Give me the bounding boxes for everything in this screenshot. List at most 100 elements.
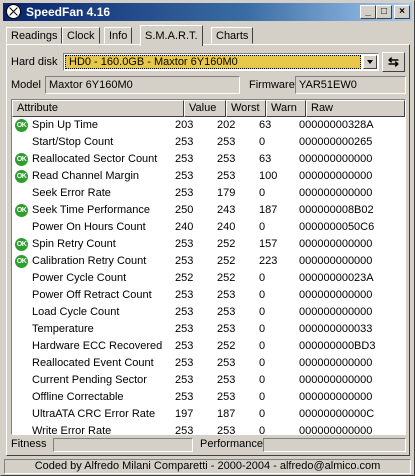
attribute-cell: Calibration Retry Count [32, 255, 147, 267]
status-bar: Coded by Alfredo Milani Comparetti - 200… [4, 459, 411, 474]
raw-cell: 000000000000 [299, 187, 373, 199]
raw-cell: 00000000023A [299, 272, 374, 284]
table-row[interactable]: Temperature 253 253 0 000000000033 [12, 321, 405, 338]
raw-cell: 000000000000 [299, 153, 373, 165]
warn-cell: 0 [259, 425, 266, 435]
value-cell: 253 [175, 357, 194, 369]
attribute-cell: Reallocated Sector Count [32, 153, 158, 165]
column-header-value[interactable]: Value [184, 100, 226, 117]
warn-cell: 157 [259, 238, 278, 250]
attribute-cell: Write Error Rate [32, 425, 112, 435]
worst-cell: 253 [217, 153, 236, 165]
smart-attributes-table[interactable]: Attribute Value Worst Warn Raw OK Spin Up… [11, 99, 406, 435]
table-row[interactable]: Current Pending Sector 253 253 0 00000000000… [12, 372, 405, 389]
firmware-label: Firmware [249, 79, 295, 91]
ok-status-icon: OK [15, 238, 28, 251]
value-cell: 253 [175, 170, 194, 182]
worst-cell: 253 [217, 374, 236, 386]
value-cell: 253 [175, 391, 194, 403]
worst-cell: 252 [217, 238, 236, 250]
value-cell: 253 [175, 340, 194, 352]
column-header-attribute[interactable]: Attribute [12, 100, 184, 117]
raw-cell: 000000000BD3 [299, 340, 376, 352]
column-header-worst[interactable]: Worst [226, 100, 266, 117]
performance-label: Performance [200, 438, 263, 450]
attribute-cell: Current Pending Sector [32, 374, 147, 386]
table-row[interactable]: OK Spin Up Time 203 202 63 00000000328A [12, 117, 405, 134]
tab-readings[interactable]: Readings [6, 27, 63, 44]
table-row[interactable]: OK Spin Retry Count 253 252 157 000000000000 [12, 236, 405, 253]
raw-cell: 000000000033 [299, 323, 373, 335]
raw-cell: 00000000000C [299, 408, 375, 420]
attribute-cell: Power On Hours Count [32, 221, 146, 233]
table-row[interactable]: Power Cycle Count 252 252 0 00000000023A [12, 270, 405, 287]
speedfan-window: SpeedFan 4.16 _ □ × Readings Clock Info … [0, 0, 415, 476]
table-row[interactable]: Load Cycle Count 253 253 0 000000000000 [12, 304, 405, 321]
table-row[interactable]: Write Error Rate 253 253 0 000000000000 [12, 423, 405, 435]
tab-charts[interactable]: Charts [211, 27, 254, 44]
table-row[interactable]: Power On Hours Count 240 240 0 0000000050C6 [12, 219, 405, 236]
warn-cell: 63 [259, 153, 272, 165]
title-bar[interactable]: SpeedFan 4.16 _ □ × [3, 3, 412, 21]
table-row[interactable]: Seek Error Rate 253 179 0 000000000000 [12, 185, 405, 202]
model-field[interactable]: Maxtor 6Y160M0 [45, 76, 240, 94]
table-row[interactable]: Start/Stop Count 253 253 0 000000000265 [12, 134, 405, 151]
worst-cell: 253 [217, 425, 236, 435]
hard-disk-selected: HD0 - 160.0GB - Maxtor 6Y160M0 [65, 55, 361, 69]
close-button[interactable]: × [394, 5, 410, 19]
minimize-button[interactable]: _ [360, 5, 376, 19]
performance-bar [263, 438, 406, 452]
warn-cell: 0 [259, 136, 266, 148]
raw-cell: 000000000000 [299, 255, 373, 267]
ok-status-icon: OK [15, 204, 28, 217]
value-cell: 250 [175, 204, 194, 216]
table-row[interactable]: Reallocated Event Count 253 253 0 0000000000… [12, 355, 405, 372]
value-cell: 203 [175, 119, 194, 131]
column-header-warn[interactable]: Warn [266, 100, 306, 117]
attribute-cell: UltraATA CRC Error Rate [32, 408, 156, 420]
worst-cell: 253 [217, 136, 236, 148]
table-row[interactable]: UltraATA CRC Error Rate 197 187 0 0000000000… [12, 406, 405, 423]
maximize-button[interactable]: □ [376, 5, 392, 19]
value-cell: 252 [175, 272, 194, 284]
raw-cell: 000000000000 [299, 289, 373, 301]
value-cell: 253 [175, 136, 194, 148]
ok-status-icon: OK [15, 119, 28, 132]
worst-cell: 179 [217, 187, 236, 199]
table-row[interactable]: Hardware ECC Recovered 253 252 0 000000000BD… [12, 338, 405, 355]
raw-cell: 000000000265 [299, 136, 373, 148]
window-title: SpeedFan 4.16 [26, 5, 111, 19]
firmware-field[interactable]: YAR51EW0 [295, 76, 406, 94]
value-cell: 197 [175, 408, 194, 420]
table-body: OK Spin Up Time 203 202 63 00000000328A Start/… [12, 117, 405, 435]
chevron-down-icon[interactable] [363, 55, 377, 69]
hard-disk-dropdown[interactable]: HD0 - 160.0GB - Maxtor 6Y160M0 [63, 53, 379, 71]
attribute-cell: Seek Time Performance [32, 204, 150, 216]
attribute-cell: Seek Error Rate [32, 187, 111, 199]
tab-info[interactable]: Info [104, 27, 133, 44]
warn-cell: 0 [259, 221, 266, 233]
table-row[interactable]: OK Seek Time Performance 250 243 187 00000000… [12, 202, 405, 219]
table-row[interactable]: OK Calibration Retry Count 253 252 223 000000… [12, 253, 405, 270]
warn-cell: 187 [259, 204, 278, 216]
warn-cell: 0 [259, 272, 266, 284]
tab-clock[interactable]: Clock [62, 27, 100, 44]
fitness-bar [53, 438, 193, 452]
speedfan-app-icon [6, 4, 21, 19]
column-header-raw[interactable]: Raw [306, 100, 405, 117]
table-header: Attribute Value Worst Warn Raw [12, 100, 405, 117]
table-row[interactable]: OK Read Channel Margin 253 253 100 0000000000… [12, 168, 405, 185]
tab-smart[interactable]: S.M.A.R.T. [140, 25, 203, 46]
worst-cell: 253 [217, 357, 236, 369]
table-row[interactable]: Power Off Retract Count 253 253 0 0000000000… [12, 287, 405, 304]
worst-cell: 243 [217, 204, 236, 216]
worst-cell: 187 [217, 408, 236, 420]
table-row[interactable]: OK Reallocated Sector Count 253 253 63 000000… [12, 151, 405, 168]
raw-cell: 000000000000 [299, 170, 373, 182]
raw-cell: 000000000000 [299, 391, 373, 403]
tab-strip: Readings Clock Info S.M.A.R.T. Charts [6, 25, 411, 46]
refresh-button[interactable]: ⇆ [382, 52, 405, 72]
table-row[interactable]: Offline Correctable 253 253 0 000000000000 [12, 389, 405, 406]
ok-status-icon: OK [15, 170, 28, 183]
fitness-label: Fitness [11, 438, 47, 450]
